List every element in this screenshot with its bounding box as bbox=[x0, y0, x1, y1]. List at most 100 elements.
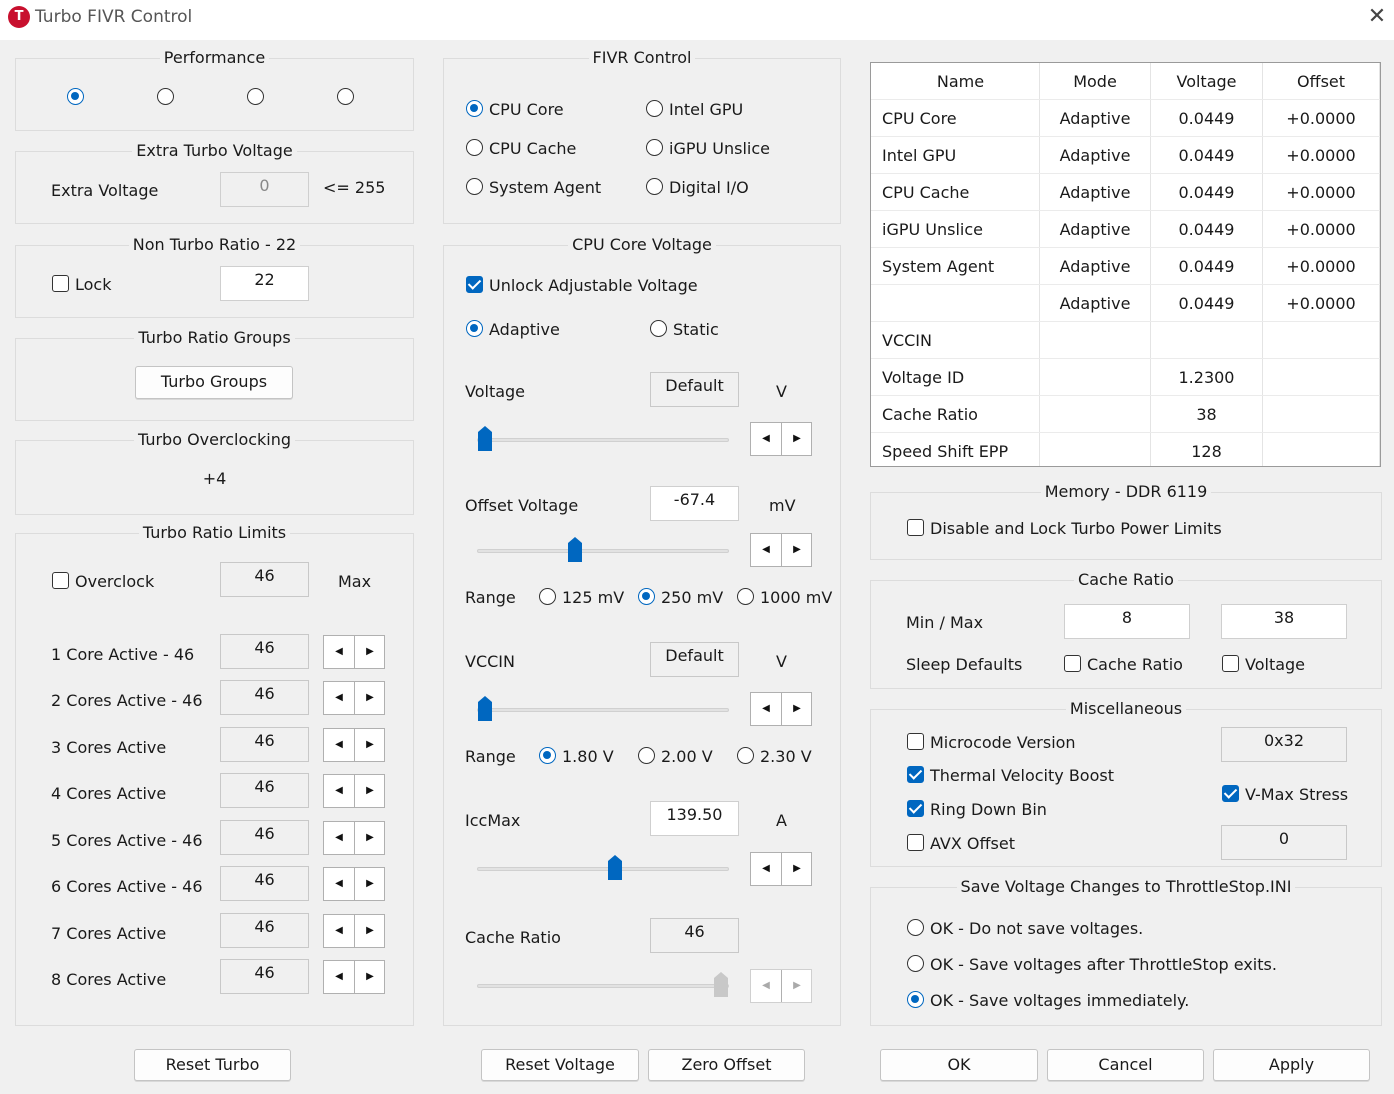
cancel-button[interactable]: Cancel bbox=[1047, 1049, 1204, 1081]
fivr-radio-igpu-unslice[interactable] bbox=[646, 139, 663, 156]
voltage-slider-track[interactable] bbox=[477, 438, 729, 442]
iccmax-spinner[interactable]: ◀ ▶ bbox=[750, 852, 812, 886]
core-ratio-spinner[interactable]: ◀ ▶ bbox=[323, 681, 385, 715]
core-ratio-spinner[interactable]: ◀ ▶ bbox=[323, 867, 385, 901]
voltage-field[interactable]: Default bbox=[650, 372, 739, 407]
range-250mv-radio[interactable] bbox=[638, 588, 655, 605]
right-arrow-icon[interactable]: ▶ bbox=[355, 729, 385, 761]
core-ratio-spinner[interactable]: ◀ ▶ bbox=[323, 821, 385, 855]
left-arrow-icon[interactable]: ◀ bbox=[324, 775, 355, 807]
iccmax-slider-thumb[interactable] bbox=[607, 855, 623, 881]
right-arrow-icon[interactable]: ▶ bbox=[355, 915, 385, 947]
right-arrow-icon[interactable]: ▶ bbox=[355, 822, 385, 854]
mode-adaptive-radio[interactable] bbox=[466, 320, 483, 337]
core-ratio-field[interactable]: 46 bbox=[220, 680, 309, 715]
cache-ratio-field[interactable]: 46 bbox=[650, 918, 739, 953]
microcode-field[interactable]: 0x32 bbox=[1221, 727, 1347, 762]
offset-voltage-field[interactable]: -67.4 bbox=[650, 486, 739, 521]
ring-down-bin-checkbox[interactable] bbox=[907, 800, 924, 817]
close-icon[interactable]: ✕ bbox=[1364, 4, 1390, 30]
right-arrow-icon[interactable]: ▶ bbox=[355, 682, 385, 714]
left-arrow-icon[interactable]: ◀ bbox=[751, 534, 782, 566]
core-ratio-field[interactable]: 46 bbox=[220, 959, 309, 994]
left-arrow-icon[interactable]: ◀ bbox=[324, 636, 355, 668]
performance-radio-1[interactable] bbox=[67, 88, 84, 105]
table-header-name[interactable]: Name bbox=[871, 63, 1040, 100]
left-arrow-icon[interactable]: ◀ bbox=[751, 853, 782, 885]
offset-spinner[interactable]: ◀ ▶ bbox=[750, 533, 812, 567]
voltage-spinner[interactable]: ◀ ▶ bbox=[750, 422, 812, 456]
extra-voltage-field[interactable]: 0 bbox=[220, 172, 309, 207]
ok-button[interactable]: OK bbox=[880, 1049, 1038, 1081]
sleep-cache-ratio-checkbox[interactable] bbox=[1064, 655, 1081, 672]
overclock-checkbox[interactable] bbox=[52, 572, 69, 589]
vccin-field[interactable]: Default bbox=[650, 642, 739, 677]
left-arrow-icon[interactable]: ◀ bbox=[324, 961, 355, 993]
vccin-slider-track[interactable] bbox=[477, 708, 729, 712]
max-ratio-field[interactable]: 46 bbox=[220, 562, 309, 597]
left-arrow-icon[interactable]: ◀ bbox=[324, 915, 355, 947]
core-ratio-field[interactable]: 46 bbox=[220, 820, 309, 855]
right-arrow-icon[interactable]: ▶ bbox=[782, 853, 812, 885]
core-ratio-field[interactable]: 46 bbox=[220, 727, 309, 762]
mode-static-radio[interactable] bbox=[650, 320, 667, 337]
apply-button[interactable]: Apply bbox=[1213, 1049, 1370, 1081]
right-arrow-icon[interactable]: ▶ bbox=[782, 693, 812, 725]
left-arrow-icon[interactable]: ◀ bbox=[324, 729, 355, 761]
reset-turbo-button[interactable]: Reset Turbo bbox=[134, 1049, 291, 1081]
right-arrow-icon[interactable]: ▶ bbox=[355, 868, 385, 900]
core-ratio-spinner[interactable]: ◀ ▶ bbox=[323, 960, 385, 994]
turbo-groups-button[interactable]: Turbo Groups bbox=[135, 366, 293, 399]
offset-slider-thumb[interactable] bbox=[567, 537, 583, 563]
core-ratio-spinner[interactable]: ◀ ▶ bbox=[323, 914, 385, 948]
core-ratio-field[interactable]: 46 bbox=[220, 866, 309, 901]
vmax-stress-checkbox[interactable] bbox=[1222, 785, 1239, 802]
left-arrow-icon[interactable]: ◀ bbox=[324, 682, 355, 714]
right-arrow-icon[interactable]: ▶ bbox=[782, 423, 812, 455]
right-arrow-icon[interactable]: ▶ bbox=[355, 961, 385, 993]
core-ratio-field[interactable]: 46 bbox=[220, 913, 309, 948]
fivr-radio-digital-io[interactable] bbox=[646, 178, 663, 195]
core-ratio-spinner[interactable]: ◀ ▶ bbox=[323, 728, 385, 762]
table-header-offset[interactable]: Offset bbox=[1262, 63, 1380, 100]
offset-slider-track[interactable] bbox=[477, 549, 729, 553]
fivr-radio-cpu-core[interactable] bbox=[466, 100, 483, 117]
left-arrow-icon[interactable]: ◀ bbox=[324, 868, 355, 900]
vccin-range-180-radio[interactable] bbox=[539, 747, 556, 764]
right-arrow-icon[interactable]: ▶ bbox=[782, 534, 812, 566]
save-option-1-radio[interactable] bbox=[907, 919, 924, 936]
vccin-spinner[interactable]: ◀ ▶ bbox=[750, 692, 812, 726]
save-option-2-radio[interactable] bbox=[907, 955, 924, 972]
table-header-voltage[interactable]: Voltage bbox=[1150, 63, 1263, 100]
core-ratio-field[interactable]: 46 bbox=[220, 634, 309, 669]
fivr-radio-intel-gpu[interactable] bbox=[646, 100, 663, 117]
vccin-slider-thumb[interactable] bbox=[477, 696, 493, 722]
cache-max-field[interactable]: 38 bbox=[1221, 604, 1347, 639]
range-125mv-radio[interactable] bbox=[539, 588, 556, 605]
right-arrow-icon[interactable]: ▶ bbox=[355, 636, 385, 668]
table-header-mode[interactable]: Mode bbox=[1039, 63, 1151, 100]
range-1000mv-radio[interactable] bbox=[737, 588, 754, 605]
non-turbo-ratio-field[interactable]: 22 bbox=[220, 266, 309, 301]
left-arrow-icon[interactable]: ◀ bbox=[751, 693, 782, 725]
reset-voltage-button[interactable]: Reset Voltage bbox=[481, 1049, 639, 1081]
right-arrow-icon[interactable]: ▶ bbox=[355, 775, 385, 807]
sleep-voltage-checkbox[interactable] bbox=[1222, 655, 1239, 672]
avx-offset-field[interactable]: 0 bbox=[1221, 825, 1347, 860]
microcode-checkbox[interactable] bbox=[907, 733, 924, 750]
vccin-range-200-radio[interactable] bbox=[638, 747, 655, 764]
zero-offset-button[interactable]: Zero Offset bbox=[648, 1049, 805, 1081]
performance-radio-2[interactable] bbox=[157, 88, 174, 105]
performance-radio-3[interactable] bbox=[247, 88, 264, 105]
performance-radio-4[interactable] bbox=[337, 88, 354, 105]
cache-min-field[interactable]: 8 bbox=[1064, 604, 1190, 639]
core-ratio-spinner[interactable]: ◀ ▶ bbox=[323, 774, 385, 808]
avx-offset-checkbox[interactable] bbox=[907, 834, 924, 851]
save-option-3-radio[interactable] bbox=[907, 991, 924, 1008]
iccmax-slider-track[interactable] bbox=[477, 867, 729, 871]
left-arrow-icon[interactable]: ◀ bbox=[751, 423, 782, 455]
fivr-radio-system-agent[interactable] bbox=[466, 178, 483, 195]
left-arrow-icon[interactable]: ◀ bbox=[324, 822, 355, 854]
lock-checkbox[interactable] bbox=[52, 275, 69, 292]
iccmax-field[interactable]: 139.50 bbox=[650, 801, 739, 836]
